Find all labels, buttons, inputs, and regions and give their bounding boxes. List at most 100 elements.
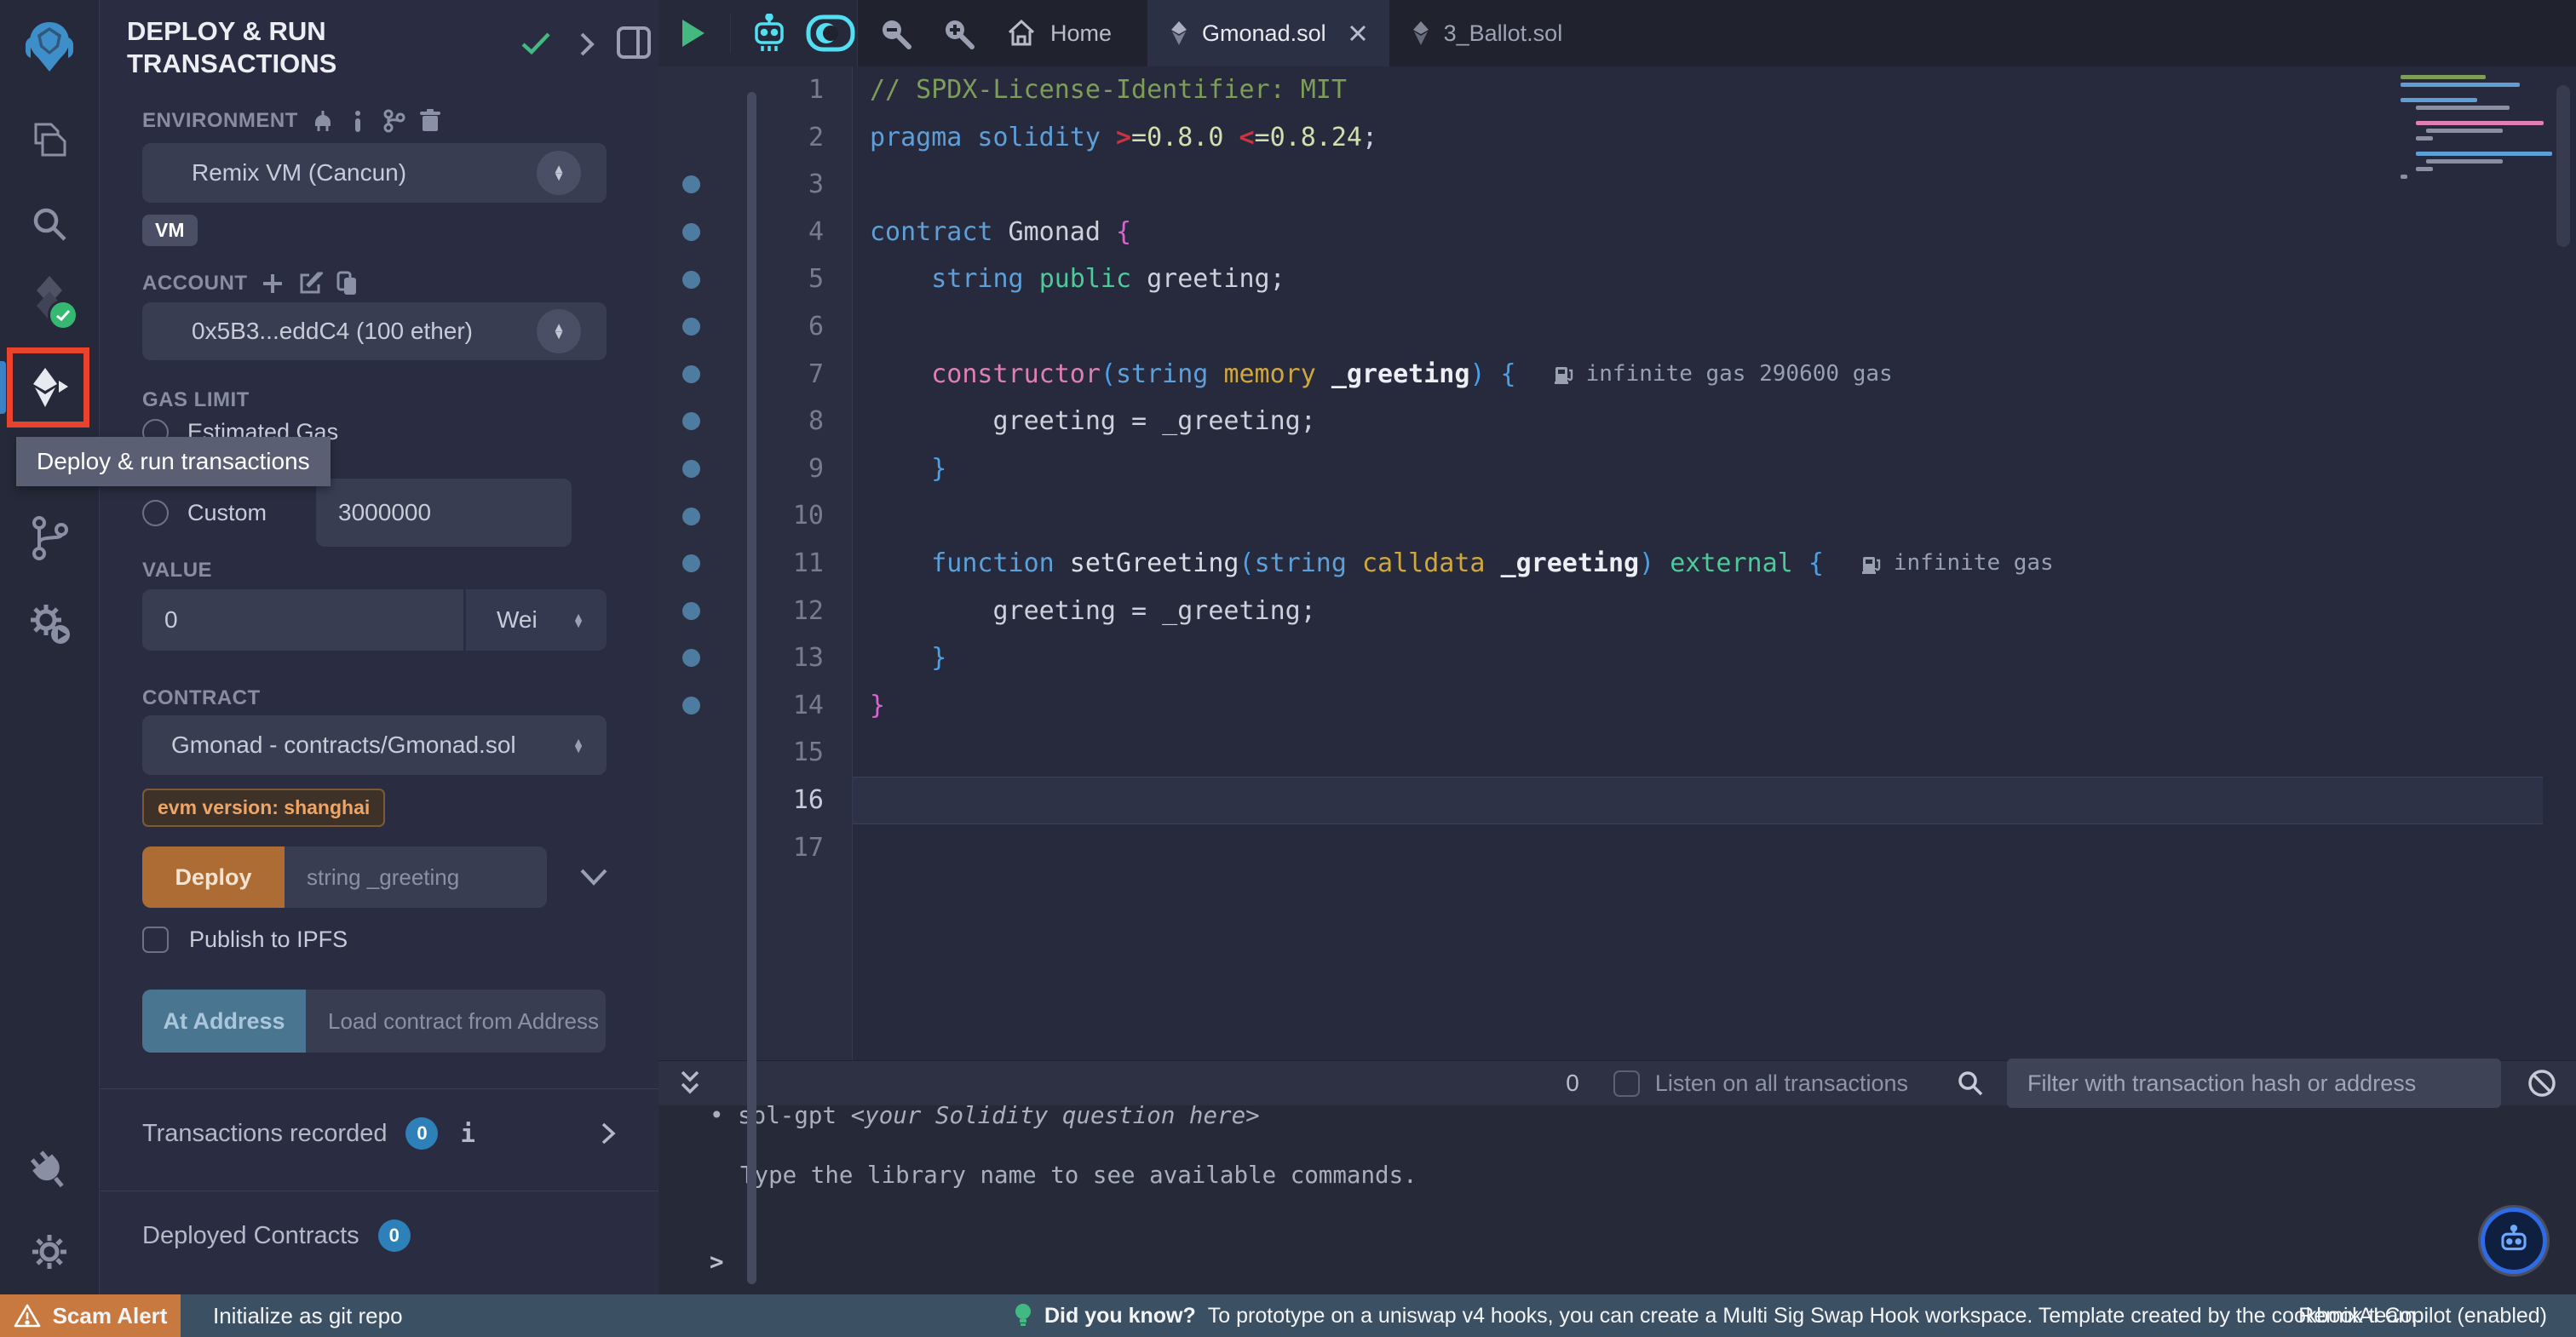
- code-line[interactable]: 5 string public greeting;: [658, 255, 2576, 303]
- tab-ballot[interactable]: 3_Ballot.sol: [1389, 0, 1585, 66]
- filter-input[interactable]: [2007, 1070, 2501, 1097]
- radio-icon[interactable]: [142, 500, 169, 526]
- block-icon[interactable]: [2527, 1068, 2557, 1099]
- code-line[interactable]: 6: [658, 303, 2576, 351]
- settings-icon[interactable]: [0, 1230, 99, 1274]
- deploy-run-icon[interactable]: [7, 347, 89, 427]
- gutter-dot-cell: [658, 588, 723, 635]
- terminal-collapse-icon[interactable]: [679, 1069, 701, 1098]
- minimap[interactable]: [2401, 75, 2545, 186]
- panel-expand-icon[interactable]: [578, 31, 595, 58]
- ai-copilot-toggle-icon[interactable]: [806, 14, 855, 52]
- code-line[interactable]: 10: [658, 492, 2576, 540]
- transactions-recorded-row[interactable]: Transactions recorded 0 i: [142, 1117, 616, 1150]
- code-line[interactable]: 7 constructor(string memory _greeting) {…: [658, 351, 2576, 399]
- panel-pin-icon[interactable]: [616, 26, 652, 60]
- value-unit-select[interactable]: Wei ▲▼: [466, 589, 607, 651]
- code-line[interactable]: 3: [658, 161, 2576, 209]
- env-info-icon[interactable]: [348, 110, 368, 132]
- code-editor[interactable]: 1// SPDX-License-Identifier: MIT2pragma …: [658, 66, 2576, 871]
- gutter-dot-cell: [658, 209, 723, 256]
- gas-custom-input-box[interactable]: [316, 479, 572, 547]
- deployed-contracts-row[interactable]: Deployed Contracts 0: [142, 1219, 411, 1252]
- at-address-button[interactable]: At Address: [142, 990, 306, 1053]
- gutter-dot-icon: [682, 365, 700, 383]
- line-number: 16: [723, 777, 853, 824]
- editor-scrollbar[interactable]: [2556, 85, 2570, 247]
- code-line[interactable]: 15: [658, 729, 2576, 777]
- code-line[interactable]: 1// SPDX-License-Identifier: MIT: [658, 66, 2576, 114]
- code-line[interactable]: 9 }: [658, 445, 2576, 493]
- tx-expand-icon[interactable]: [601, 1122, 616, 1145]
- code-line[interactable]: 16: [658, 777, 2576, 824]
- gutter-dot-icon: [682, 271, 700, 289]
- code-line[interactable]: 8 greeting = _greeting;: [658, 398, 2576, 445]
- deploy-button[interactable]: Deploy: [142, 846, 285, 908]
- env-fork-state-icon[interactable]: [382, 109, 405, 133]
- plugin-manager-icon[interactable]: [0, 600, 99, 647]
- line-number: 1: [723, 66, 853, 114]
- gutter-dot-cell: [658, 682, 723, 730]
- select-arrows-icon: ▲▼: [572, 613, 584, 628]
- code-line[interactable]: 2pragma solidity >=0.8.0 <=0.8.24;: [658, 114, 2576, 162]
- line-number: 10: [723, 492, 853, 540]
- ai-assistant-button[interactable]: [2481, 1208, 2547, 1274]
- line-number: 3: [723, 161, 853, 209]
- terminal-prompt[interactable]: >: [658, 1238, 2576, 1286]
- account-copy-icon[interactable]: [336, 271, 359, 296]
- line-number: 5: [723, 255, 853, 303]
- ai-robot-icon[interactable]: [751, 14, 787, 53]
- publish-ipfs-option[interactable]: Publish to IPFS: [142, 927, 348, 953]
- panel-check-icon: [521, 32, 550, 55]
- editor-toolbar: [658, 0, 858, 66]
- git-init-button[interactable]: Initialize as git repo: [213, 1303, 403, 1329]
- code-line[interactable]: 14}: [658, 682, 2576, 730]
- gas-custom-input[interactable]: [316, 499, 572, 526]
- environment-select[interactable]: Remix VM (Cancun) ▲▼: [142, 143, 607, 203]
- account-select[interactable]: 0x5B3...eddC4 (100 ether) ▲▼: [142, 302, 607, 360]
- env-fork-icon[interactable]: [312, 110, 334, 132]
- tab-home[interactable]: Home: [1001, 0, 1147, 66]
- gutter-dot-icon: [682, 554, 700, 572]
- env-delete-icon[interactable]: [419, 109, 441, 133]
- deploy-param-box[interactable]: [285, 846, 547, 908]
- checkbox-icon[interactable]: [142, 927, 169, 953]
- value-input-box[interactable]: [142, 589, 463, 651]
- code-line[interactable]: 4contract Gmonad {: [658, 209, 2576, 256]
- filter-input-box[interactable]: [2007, 1059, 2501, 1108]
- contract-select[interactable]: Gmonad - contracts/Gmonad.sol ▲▼: [142, 715, 607, 775]
- line-number: 13: [723, 634, 853, 682]
- deploy-param-input[interactable]: [285, 864, 547, 891]
- value-input[interactable]: [142, 606, 463, 634]
- code-line[interactable]: 17: [658, 824, 2576, 872]
- terminal-output[interactable]: • sol-gpt <your Solidity question here> …: [658, 1105, 2576, 1295]
- tab-gmonad[interactable]: Gmonad.sol: [1147, 0, 1389, 66]
- terminal-search-icon[interactable]: [1956, 1069, 1985, 1098]
- deploy-expand-icon[interactable]: [579, 868, 608, 887]
- code-line[interactable]: 12 greeting = _greeting;: [658, 588, 2576, 635]
- git-icon[interactable]: [0, 514, 99, 562]
- file-explorer-icon[interactable]: [0, 119, 99, 162]
- search-icon[interactable]: [0, 203, 99, 245]
- panel-scrollbar[interactable]: [747, 92, 756, 1284]
- tx-info-icon[interactable]: i: [460, 1119, 474, 1148]
- status-bar: Scam Alert Initialize as git repo Did yo…: [0, 1294, 2576, 1337]
- account-add-icon[interactable]: [262, 273, 284, 295]
- divider: [100, 1088, 658, 1089]
- account-edit-icon[interactable]: [297, 271, 323, 296]
- zoom-in-icon[interactable]: [941, 16, 975, 50]
- tab-close-icon[interactable]: [1348, 24, 1367, 43]
- copilot-status[interactable]: RemixAI Copilot (enabled): [2298, 1304, 2547, 1328]
- zoom-out-icon[interactable]: [878, 16, 912, 50]
- at-address-input-box[interactable]: [306, 990, 606, 1053]
- listen-checkbox[interactable]: [1613, 1070, 1640, 1097]
- code-line[interactable]: 13 }: [658, 634, 2576, 682]
- evm-version-badge: evm version: shanghai: [142, 789, 385, 827]
- gas-custom-option[interactable]: Custom: [142, 479, 572, 547]
- scam-alert-button[interactable]: Scam Alert: [0, 1294, 181, 1337]
- code-line[interactable]: 11 function setGreeting(string calldata …: [658, 540, 2576, 588]
- remix-logo-icon[interactable]: [0, 19, 99, 78]
- plugin-connect-icon[interactable]: [0, 1148, 99, 1194]
- at-address-input[interactable]: [306, 1008, 606, 1035]
- run-script-icon[interactable]: [681, 18, 706, 49]
